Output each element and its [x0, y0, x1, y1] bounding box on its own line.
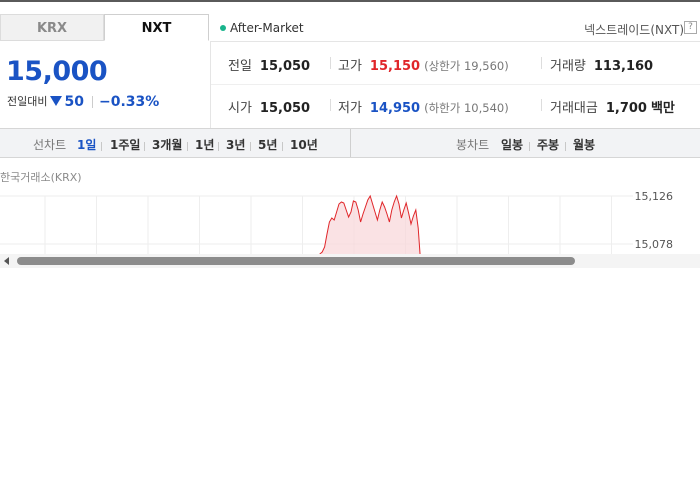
- divider: [565, 142, 566, 151]
- price-area: [315, 196, 421, 255]
- divider: [250, 142, 251, 151]
- lower-limit: (하한가 10,540): [424, 101, 509, 115]
- divider: [218, 142, 219, 151]
- divider: [210, 42, 211, 128]
- stat-label: 고가: [338, 59, 362, 74]
- stat-value: 15,050: [259, 101, 311, 116]
- chart-title: 한국거래소(KRX): [0, 171, 82, 184]
- divider: [541, 99, 542, 111]
- top-border: [0, 0, 700, 2]
- scrollbar-thumb[interactable]: [17, 257, 575, 265]
- divider: [210, 84, 700, 85]
- divider: [541, 57, 542, 69]
- upper-limit: (상한가 19,560): [424, 59, 509, 73]
- period-3m[interactable]: 3개월: [152, 136, 182, 153]
- tab-nxt[interactable]: NXT: [104, 14, 209, 41]
- change-value: 50: [64, 94, 84, 110]
- help-icon[interactable]: ?: [684, 21, 697, 34]
- stat-label: 전일: [228, 59, 252, 74]
- stat-high: 고가 15,150 (상한가 19,560): [338, 55, 509, 74]
- scroll-left-icon[interactable]: [4, 257, 9, 265]
- divider: [91, 96, 93, 108]
- status-dot-icon: [220, 24, 226, 31]
- price-change: 전일대비 50 −0.33%: [7, 93, 159, 110]
- stat-unit: 백만: [650, 101, 675, 116]
- candle-daily[interactable]: 일봉: [501, 136, 523, 153]
- divider: [350, 129, 351, 157]
- candle-chart-label: 봉차트: [456, 138, 490, 152]
- exchange-name: 넥스트레이드(NXT): [584, 23, 684, 37]
- divider: [529, 142, 530, 151]
- stat-value: 14,950: [369, 101, 421, 116]
- change-label: 전일대비: [7, 95, 48, 108]
- stat-value: 1,700: [605, 101, 647, 116]
- stat-label: 거래대금: [550, 101, 598, 116]
- divider: [330, 99, 331, 111]
- chart-grid: [0, 195, 633, 255]
- period-10y[interactable]: 10년: [290, 136, 318, 153]
- line-chart-label: 선차트: [33, 138, 67, 152]
- market-status-label: After-Market: [230, 21, 304, 35]
- period-5y[interactable]: 5년: [258, 136, 277, 153]
- period-1y[interactable]: 1년: [195, 136, 214, 153]
- divider: [101, 142, 102, 151]
- stat-label: 시가: [228, 101, 252, 116]
- chart-scrollbar[interactable]: [0, 254, 700, 268]
- stat-value: 15,150: [369, 59, 421, 74]
- candle-monthly[interactable]: 월봉: [573, 136, 595, 153]
- divider: [187, 142, 188, 151]
- stat-value: 113,160: [593, 59, 654, 74]
- stat-label: 거래량: [550, 59, 586, 74]
- stat-open: 시가 15,050: [228, 97, 310, 116]
- market-status: After-Market: [220, 21, 304, 35]
- down-arrow-icon: [50, 96, 63, 106]
- stat-trade-value: 거래대금 1,700 백만: [550, 97, 675, 116]
- y-tick-label: 15,126: [635, 190, 674, 203]
- current-price: 15,000: [6, 56, 108, 87]
- divider: [144, 142, 145, 151]
- period-1w[interactable]: 1주일: [110, 136, 140, 153]
- period-3y[interactable]: 3년: [226, 136, 245, 153]
- y-tick-label: 15,078: [635, 238, 674, 251]
- stat-volume: 거래량 113,160: [550, 55, 653, 74]
- candle-weekly[interactable]: 주봉: [537, 136, 559, 153]
- exchange-tabs: KRX NXT: [0, 14, 210, 42]
- chart-period-toolbar: 선차트 1일 1주일 3개월 1년 3년 5년 10년 봉차트 일봉 주봉 월봉: [0, 128, 700, 158]
- stat-prev-close: 전일 15,050: [228, 55, 310, 74]
- stat-value: 15,050: [259, 59, 311, 74]
- divider: [210, 41, 700, 42]
- tab-krx[interactable]: KRX: [0, 14, 104, 41]
- intraday-chart: 15,126 15,078: [0, 190, 674, 255]
- stat-label: 저가: [338, 101, 362, 116]
- change-percent: −0.33%: [98, 94, 160, 110]
- divider: [282, 142, 283, 151]
- divider: [330, 57, 331, 69]
- period-1d[interactable]: 1일: [77, 136, 96, 153]
- stat-low: 저가 14,950 (하한가 10,540): [338, 97, 509, 116]
